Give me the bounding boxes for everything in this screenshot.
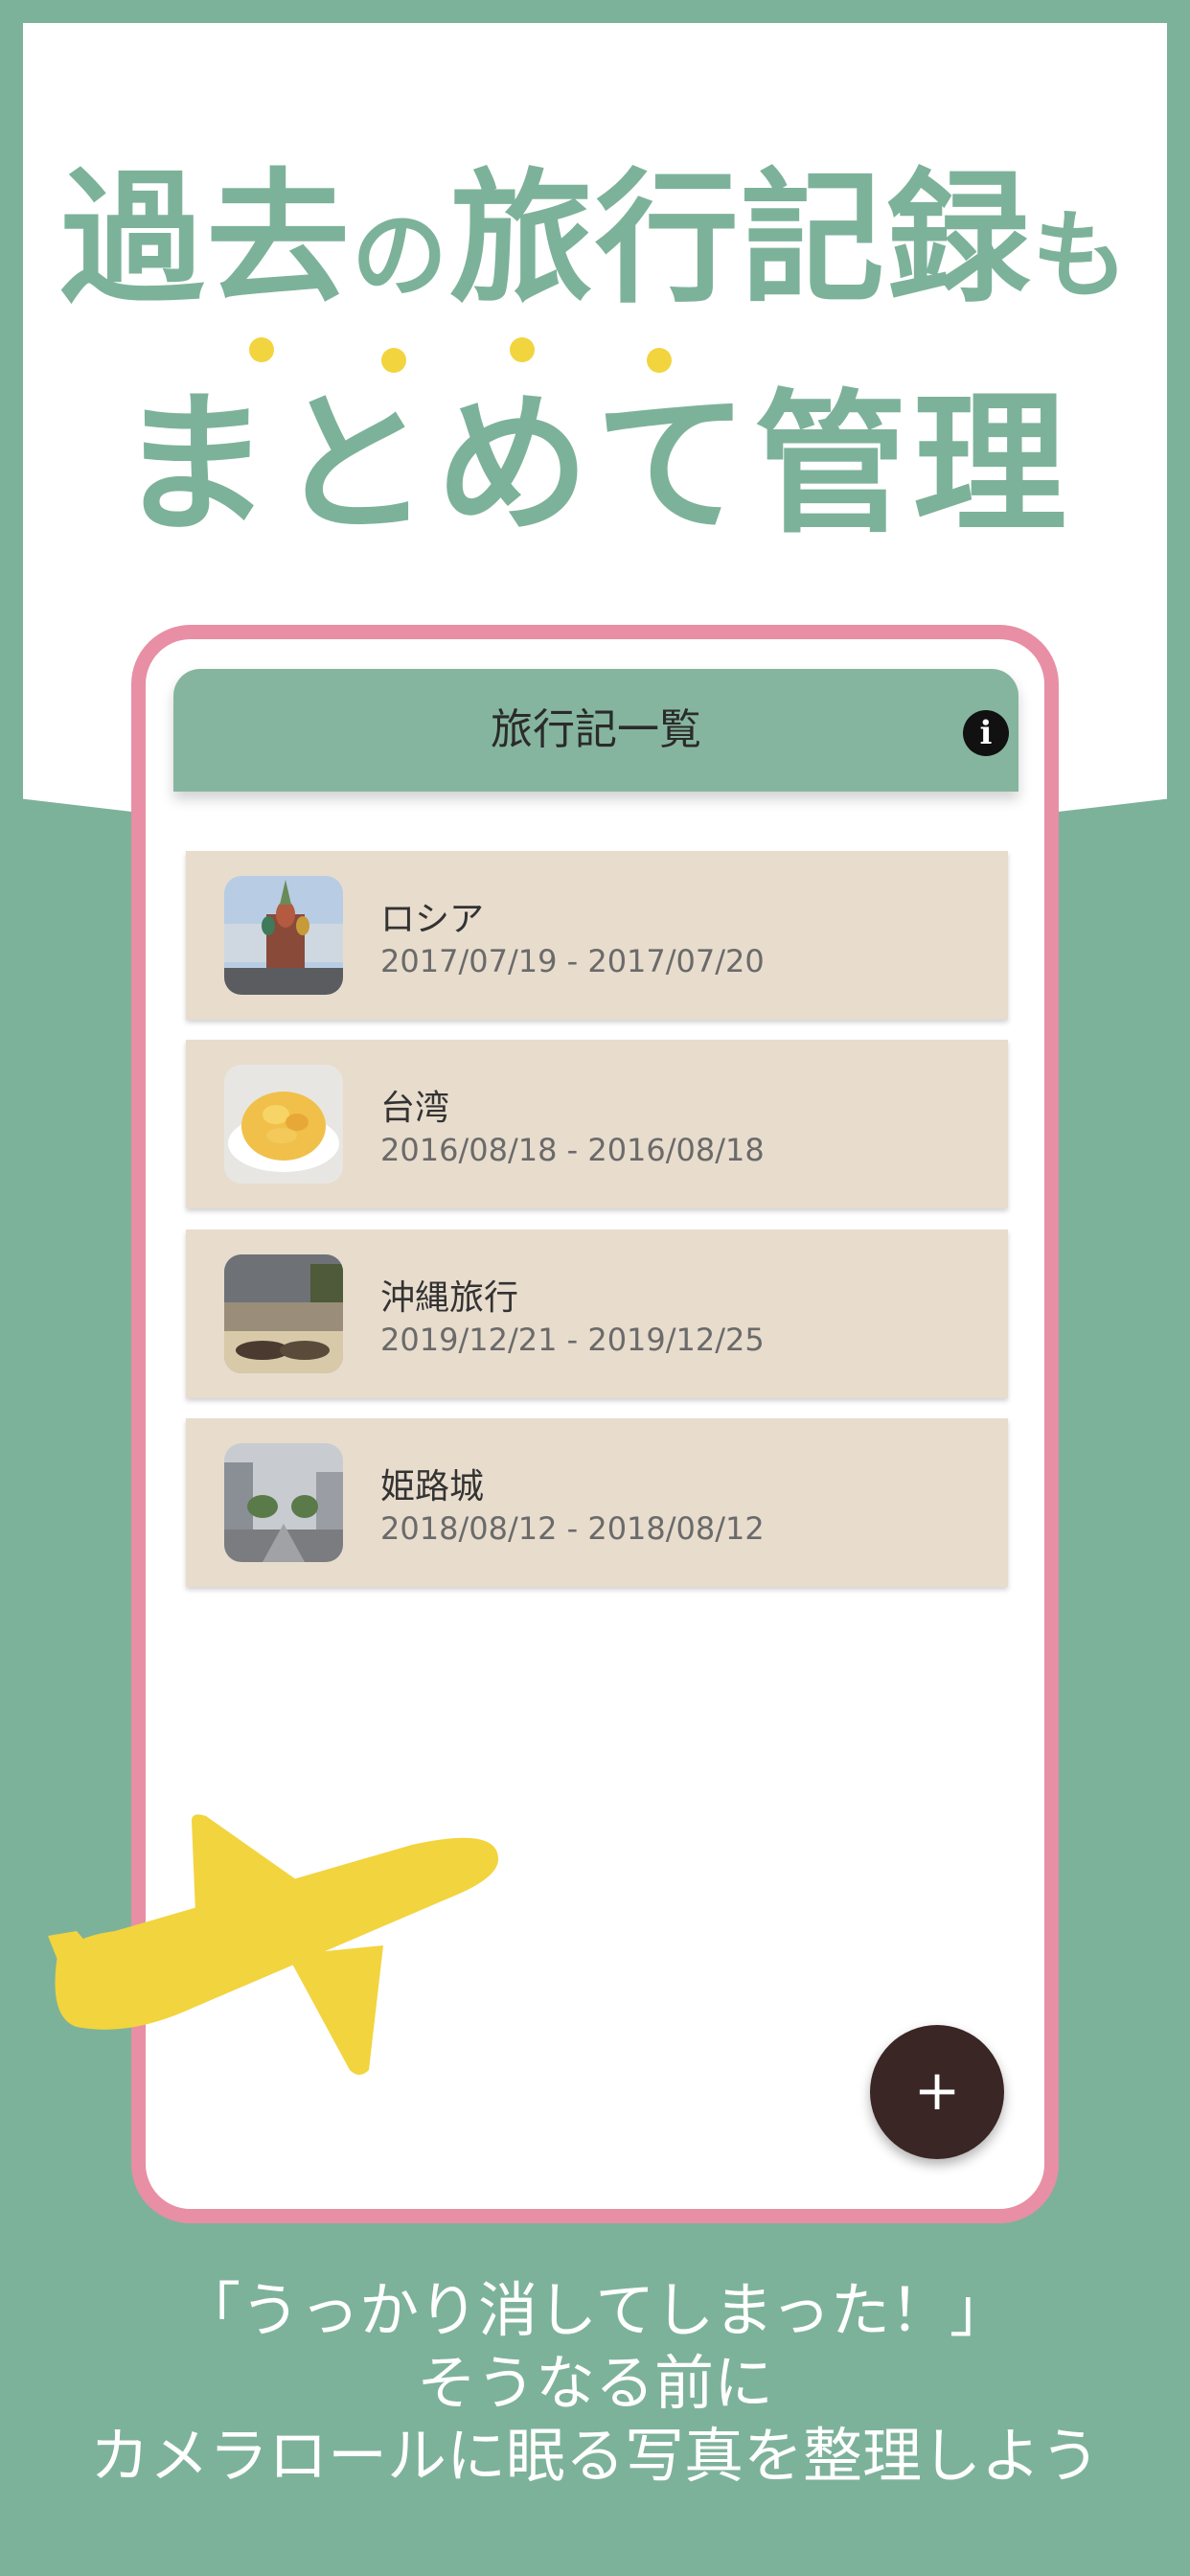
trip-dates: 2018/08/12 - 2018/08/12: [380, 1510, 765, 1547]
headline-line-1: 過去の旅行記録も: [0, 168, 1190, 311]
trip-thumbnail: [224, 1065, 343, 1184]
info-icon[interactable]: i: [963, 710, 1009, 756]
trip-thumbnail: [224, 1254, 343, 1373]
trip-card[interactable]: 姫路城 2018/08/12 - 2018/08/12: [186, 1418, 1008, 1587]
page-title: 旅行記一覧: [491, 705, 701, 754]
footer-line-2: そうなる前に: [416, 2348, 773, 2418]
add-trip-button[interactable]: +: [870, 2025, 1004, 2159]
trip-dates: 2017/07/19 - 2017/07/20: [380, 943, 765, 979]
emphasis-dot: [249, 337, 274, 362]
trip-name: 姫路城: [380, 1467, 485, 1506]
trip-card[interactable]: ロシア 2017/07/19 - 2017/07/20: [186, 851, 1008, 1020]
emphasis-dot: [381, 348, 406, 373]
trip-thumbnail: [224, 876, 343, 995]
footer-line-1: 「うっかり消してしまった！」: [181, 2275, 1009, 2345]
emphasis-dot: [510, 337, 535, 362]
app-bar: 旅行記一覧 i: [173, 669, 1018, 792]
headline-word-travel-records: 旅行記録: [449, 156, 1033, 323]
headline-particle-no: の: [352, 199, 449, 311]
trip-dates: 2016/08/18 - 2016/08/18: [380, 1132, 765, 1168]
trip-dates: 2019/12/21 - 2019/12/25: [380, 1322, 765, 1358]
trip-name: ロシア: [380, 900, 485, 939]
trip-card[interactable]: 台湾 2016/08/18 - 2016/08/18: [186, 1040, 1008, 1208]
trip-name: 台湾: [380, 1089, 450, 1128]
airplane-icon: [48, 1814, 498, 2075]
footer-line-3: カメラロールに眠る写真を整理しよう: [89, 2421, 1100, 2491]
headline-line-2: まとめて管理: [117, 375, 1072, 554]
headline-word-past: 過去: [59, 156, 352, 323]
plus-icon: +: [913, 2058, 961, 2123]
trip-thumbnail: [224, 1443, 343, 1562]
emphasis-dot: [647, 348, 672, 373]
trip-name: 沖縄旅行: [380, 1278, 519, 1318]
trip-card[interactable]: 沖縄旅行 2019/12/21 - 2019/12/25: [186, 1230, 1008, 1398]
headline-particle-mo: も: [1032, 199, 1131, 311]
